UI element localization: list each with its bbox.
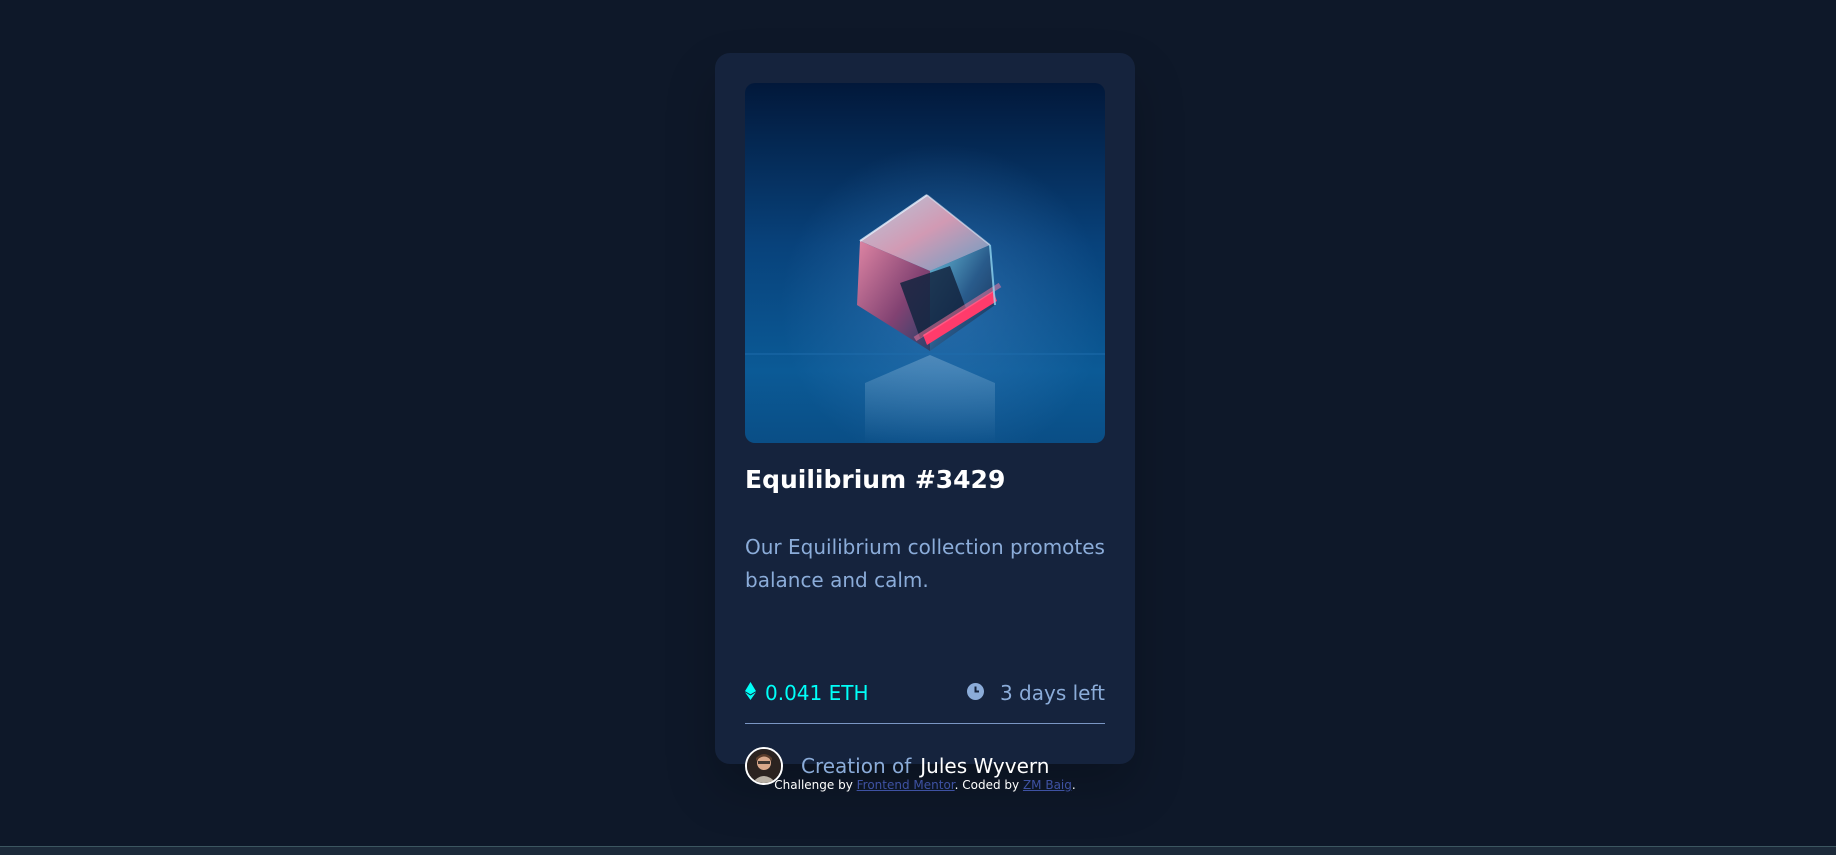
creator-label: Creation of	[801, 754, 912, 778]
author-link[interactable]: ZM Baig	[1023, 778, 1072, 792]
page: Equilibrium #3429 Our Equilibrium collec…	[0, 0, 1836, 855]
attribution: Challenge by Frontend Mentor. Coded by Z…	[0, 778, 1836, 792]
price-value: 0.041 ETH	[765, 681, 869, 705]
bottom-bar	[0, 846, 1836, 855]
nft-card: Equilibrium #3429 Our Equilibrium collec…	[715, 53, 1135, 785]
divider	[745, 723, 1105, 724]
creator-name-link[interactable]: Jules Wyvern	[920, 754, 1049, 778]
attribution-middle: . Coded by	[954, 778, 1020, 792]
attribution-suffix: .	[1071, 778, 1076, 792]
nft-stats: 0.041 ETH 3 days left	[745, 677, 1105, 709]
time-info: 3 days left	[966, 677, 1105, 709]
nft-description: Our Equilibrium collection promotes bala…	[745, 535, 1105, 592]
price-info: 0.041 ETH	[745, 677, 869, 709]
nft-title[interactable]: Equilibrium #3429	[745, 465, 1005, 494]
frontend-mentor-link[interactable]: Frontend Mentor	[857, 778, 955, 792]
clock-icon	[966, 682, 984, 704]
time-left-value: 3 days left	[999, 681, 1105, 705]
equilibrium-cube-image	[745, 83, 1105, 443]
ethereum-icon	[745, 682, 756, 704]
nft-image[interactable]	[745, 83, 1105, 443]
attribution-prefix: Challenge by	[774, 778, 853, 792]
